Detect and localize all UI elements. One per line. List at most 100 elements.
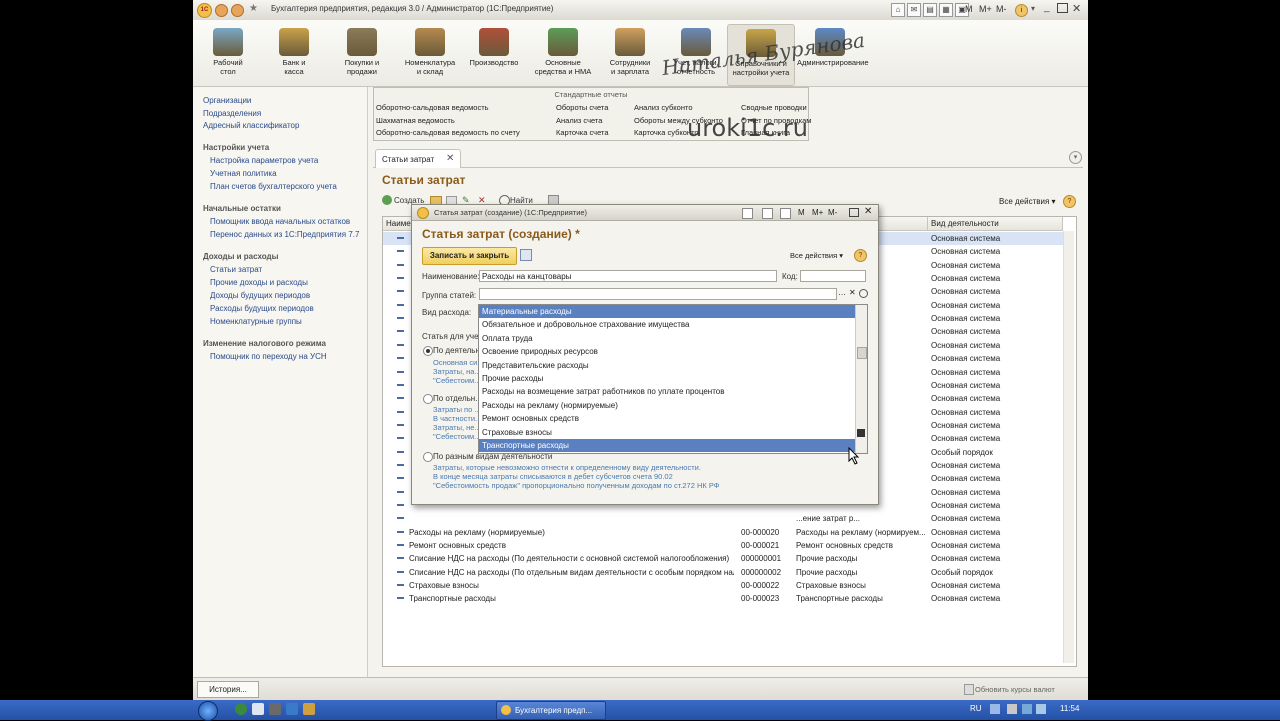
report-link-1-2[interactable]: Карточка счета bbox=[556, 128, 609, 137]
table-row[interactable]: Списание НДС на расходы (По деятельности… bbox=[383, 552, 1063, 565]
dialog-help-icon[interactable]: ? bbox=[854, 249, 867, 262]
dropdown-option[interactable]: Материальные расходы bbox=[479, 305, 855, 318]
save-and-close-button[interactable]: Записать и закрыть bbox=[422, 247, 517, 265]
quicklaunch-browser-icon[interactable] bbox=[235, 703, 247, 715]
report-link-1-0[interactable]: Обороты счета bbox=[556, 103, 608, 112]
tab-close-icon[interactable]: ✕ bbox=[446, 153, 454, 164]
report-link-3-0[interactable]: Сводные проводки bbox=[741, 103, 807, 112]
section-1[interactable]: Банк и касса bbox=[261, 24, 327, 84]
report-link-2-0[interactable]: Анализ субконто bbox=[634, 103, 692, 112]
section-2[interactable]: Покупки и продажи bbox=[329, 24, 395, 84]
dropdown-option[interactable]: Прочие расходы bbox=[479, 372, 855, 385]
save-icon[interactable] bbox=[520, 249, 532, 261]
start-button[interactable] bbox=[196, 700, 218, 721]
dialog-all-actions-menu[interactable]: Все действия ▾ bbox=[790, 251, 843, 260]
help-icon[interactable]: ? bbox=[1063, 195, 1076, 208]
nav-group-2-item-3[interactable]: Расходы будущих периодов bbox=[210, 304, 314, 313]
nav-group-1-item-0[interactable]: Помощник ввода начальных остатков bbox=[210, 217, 350, 226]
dropdown-option[interactable]: Транспортные расходы bbox=[479, 439, 855, 452]
nav-link-2[interactable]: Адресный классификатор bbox=[203, 121, 299, 130]
tray-volume-icon[interactable] bbox=[1036, 704, 1046, 714]
table-row[interactable]: Ремонт основных средств 00-000021 Ремонт о… bbox=[383, 539, 1063, 552]
group-field[interactable] bbox=[479, 288, 837, 300]
quicklaunch-media-icon[interactable] bbox=[286, 703, 298, 715]
table-row[interactable]: ...ение затрат р... Основная система bbox=[383, 512, 1063, 525]
mail-icon[interactable]: ✉ bbox=[907, 3, 921, 17]
table-scrollbar[interactable] bbox=[1063, 231, 1074, 663]
all-actions-menu[interactable]: Все действия ▾ bbox=[999, 197, 1056, 206]
print-icon[interactable]: ▤ bbox=[923, 3, 937, 17]
dropdown-scroll-thumb[interactable] bbox=[857, 347, 867, 359]
quicklaunch-explorer-icon[interactable] bbox=[269, 703, 281, 715]
back-icon[interactable] bbox=[215, 4, 228, 17]
tray-network-icon[interactable] bbox=[1022, 704, 1032, 714]
dropdown-option[interactable]: Представительские расходы bbox=[479, 359, 855, 372]
nav-group-2-item-0[interactable]: Статьи затрат bbox=[210, 265, 262, 274]
home-icon[interactable]: ⌂ bbox=[891, 3, 905, 17]
dropdown-option[interactable]: Расходы на рекламу (нормируемые) bbox=[479, 399, 855, 412]
language-indicator[interactable]: RU bbox=[970, 704, 982, 713]
section-0[interactable]: Рабочий стол bbox=[195, 24, 261, 84]
nav-group-0-item-0[interactable]: Настройка параметров учета bbox=[210, 156, 318, 165]
name-field[interactable]: Расходы на канцтовары bbox=[479, 270, 777, 282]
dropdown-option[interactable]: Оплата труда bbox=[479, 332, 855, 345]
report-link-0-2[interactable]: Оборотно-сальдовая ведомость по счету bbox=[376, 128, 520, 137]
nav-group-1-item-1[interactable]: Перенос данных из 1С:Предприятия 7.7 bbox=[210, 230, 359, 239]
dropdown-option[interactable]: Расходы на возмещение затрат работников … bbox=[479, 385, 855, 398]
radio-by-separate[interactable] bbox=[423, 394, 433, 404]
minimize-icon[interactable]: _ bbox=[1044, 2, 1050, 13]
dropdown-option[interactable]: Страховые взносы bbox=[479, 426, 855, 439]
group-search-icon[interactable] bbox=[859, 289, 868, 298]
m-plus-button[interactable]: M+ bbox=[979, 4, 992, 14]
group-select-icon[interactable]: … bbox=[838, 288, 846, 297]
dropdown-option[interactable]: Освоение природных ресурсов bbox=[479, 345, 855, 358]
table-row[interactable]: Расходы на рекламу (нормируемые) 00-00002… bbox=[383, 526, 1063, 539]
table-row[interactable]: Транспортные расходы 00-000023 Транспортны… bbox=[383, 592, 1063, 605]
dialog-close-icon[interactable]: ✕ bbox=[864, 206, 872, 217]
star-icon[interactable]: ★ bbox=[249, 3, 258, 14]
table-row[interactable]: Страховые взносы 00-000022 Страховые взнос… bbox=[383, 579, 1063, 592]
tray-flag-icon[interactable] bbox=[1007, 704, 1017, 714]
calc-icon[interactable]: ▦ bbox=[939, 3, 953, 17]
report-link-0-0[interactable]: Оборотно-сальдовая ведомость bbox=[376, 103, 489, 112]
app-logo-icon[interactable]: 1С bbox=[197, 3, 212, 18]
column-header-3[interactable]: Вид деятельности bbox=[928, 217, 1063, 231]
quicklaunch-folder-icon[interactable] bbox=[303, 703, 315, 715]
radio-by-activity[interactable] bbox=[423, 346, 433, 356]
section-3[interactable]: Номенклатура и склад bbox=[397, 24, 463, 84]
nav-group-2-item-1[interactable]: Прочие доходы и расходы bbox=[210, 278, 308, 287]
section-6[interactable]: Сотрудники и зарплата bbox=[597, 24, 663, 84]
nav-link-1[interactable]: Подразделения bbox=[203, 109, 261, 118]
dialog-m-plus-button[interactable]: M+ bbox=[812, 208, 823, 217]
dropdown-option[interactable]: Ремонт основных средств bbox=[479, 412, 855, 425]
info-icon[interactable]: i bbox=[1015, 4, 1028, 17]
maximize-icon[interactable] bbox=[1057, 3, 1068, 13]
report-link-1-1[interactable]: Анализ счета bbox=[556, 116, 602, 125]
history-button[interactable]: История... bbox=[197, 681, 259, 698]
dialog-maximize-icon[interactable] bbox=[849, 208, 859, 217]
dropdown-scrollbar[interactable] bbox=[855, 305, 867, 453]
dialog-calc-icon[interactable] bbox=[762, 208, 773, 219]
group-clear-icon[interactable]: ✕ bbox=[849, 288, 856, 297]
forward-icon[interactable] bbox=[231, 4, 244, 17]
report-link-0-1[interactable]: Шахматная ведомость bbox=[376, 116, 455, 125]
quicklaunch-desktop-icon[interactable] bbox=[252, 703, 264, 715]
menu-arrow-icon[interactable]: ▾ bbox=[1031, 4, 1035, 13]
dialog-mail-icon[interactable] bbox=[742, 208, 753, 219]
section-5[interactable]: Основные средства и НМА bbox=[530, 24, 596, 84]
dropdown-option[interactable]: Обязательное и добровольное страхование … bbox=[479, 318, 855, 331]
section-4[interactable]: Производство bbox=[461, 24, 527, 84]
nav-link-0[interactable]: Организации bbox=[203, 96, 251, 105]
m-button[interactable]: M bbox=[965, 4, 973, 14]
nav-group-2-item-2[interactable]: Доходы будущих периодов bbox=[210, 291, 310, 300]
m-minus-button[interactable]: M- bbox=[996, 4, 1007, 14]
taskbar-app-button[interactable]: Бухгалтерия предп... bbox=[496, 701, 606, 720]
nav-group-0-item-2[interactable]: План счетов бухгалтерского учета bbox=[210, 182, 337, 191]
dialog-calendar-icon[interactable] bbox=[780, 208, 791, 219]
update-rates-link[interactable]: Обновить курсы валют bbox=[975, 685, 1055, 694]
tray-help-icon[interactable] bbox=[990, 704, 1000, 714]
dialog-m-minus-button[interactable]: M- bbox=[828, 208, 837, 217]
close-icon[interactable]: ✕ bbox=[1072, 2, 1081, 15]
radio-by-different[interactable] bbox=[423, 452, 433, 462]
tab-cost-items[interactable]: Статьи затрат ✕ bbox=[375, 149, 461, 168]
